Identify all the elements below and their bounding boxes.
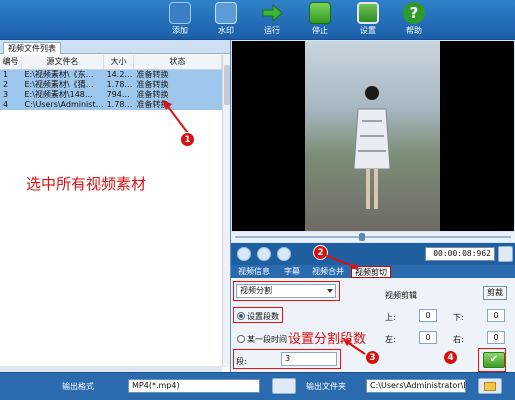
bottom-input[interactable]: 0 bbox=[487, 309, 505, 322]
col-number[interactable]: 编号 bbox=[0, 55, 22, 70]
radio-time-range[interactable]: 某一段时间 bbox=[237, 334, 287, 345]
row-filename: E:\视频素材\《猜… bbox=[21, 79, 104, 90]
stop-label: 停止 bbox=[312, 26, 328, 35]
left-input[interactable]: 0 bbox=[419, 331, 437, 344]
scroll-thumb[interactable] bbox=[224, 65, 230, 105]
tab-subtitle[interactable]: 字幕 bbox=[281, 266, 303, 278]
monitor-icon bbox=[357, 2, 379, 24]
help-label: 帮助 bbox=[406, 26, 422, 35]
row-size: 794… bbox=[103, 89, 134, 100]
bottom-bar: 输出格式 MP4(*.mp4) 输出文件夹 C:\Users\Administr… bbox=[0, 372, 515, 400]
snapshot-button[interactable] bbox=[498, 246, 513, 262]
row-number: 4 bbox=[0, 99, 22, 110]
table-row[interactable]: 1 E:\视频素材\《东… 14.2… 准备转换 bbox=[0, 69, 222, 80]
video-preview[interactable] bbox=[232, 41, 514, 231]
output-format-label: 输出格式 bbox=[62, 382, 94, 391]
col-size[interactable]: 大小 bbox=[103, 55, 135, 70]
add-film-icon bbox=[169, 2, 191, 24]
tab-video-info[interactable]: 视频信息 bbox=[235, 266, 273, 278]
seek-bar[interactable] bbox=[231, 232, 515, 242]
row-number: 3 bbox=[0, 89, 22, 100]
help-button[interactable]: ? 帮助 bbox=[396, 2, 432, 38]
pause-button[interactable] bbox=[257, 247, 271, 261]
watermark-label: 水印 bbox=[218, 26, 234, 35]
watermark-icon bbox=[215, 2, 237, 24]
output-folder-label: 输出文件夹 bbox=[306, 382, 346, 391]
seek-track bbox=[235, 236, 511, 238]
row-filename: E:\视频素材\148… bbox=[21, 89, 104, 100]
annotation-arrow-2 bbox=[324, 254, 359, 269]
arrow-right-icon bbox=[261, 2, 283, 24]
annotation-select-all: 选中所有视频素材 bbox=[26, 175, 147, 193]
run-label: 运行 bbox=[264, 26, 280, 35]
row-number: 2 bbox=[0, 79, 22, 90]
settings-label: 设置 bbox=[360, 26, 376, 35]
video-frame bbox=[305, 41, 440, 231]
settings-button[interactable]: 设置 bbox=[350, 2, 386, 38]
file-list-panel: 视频文件列表 编号 源文件名 大小 状态 1 E:\视频素材\《东… 14.2…… bbox=[0, 40, 231, 372]
seek-knob[interactable] bbox=[359, 233, 365, 241]
col-filename[interactable]: 源文件名 bbox=[21, 55, 105, 70]
left-label: 左: bbox=[385, 335, 396, 344]
table-row[interactable]: 2 E:\视频素材\《猜… 1.78… 准备转换 bbox=[0, 79, 222, 90]
output-format-select[interactable]: MP4(*.mp4) bbox=[128, 379, 260, 393]
annotation-set-segments: 设置分割段数 bbox=[288, 332, 367, 347]
row-filename: C:\Users\Administ… bbox=[21, 99, 104, 110]
row-size: 1.78… bbox=[103, 99, 134, 110]
bottom-label: 下: bbox=[453, 313, 464, 322]
run-button[interactable]: 运行 bbox=[254, 2, 290, 38]
file-list-vscroll[interactable] bbox=[222, 55, 230, 367]
format-settings-button[interactable] bbox=[272, 378, 296, 394]
stop-button[interactable]: 停止 bbox=[302, 2, 338, 38]
annotation-badge-1: 1 bbox=[180, 132, 195, 147]
radio-time-range-label: 某一段时间 bbox=[247, 335, 287, 344]
crop-title: 视频剪辑 bbox=[385, 291, 417, 300]
row-status: 准备转换 bbox=[133, 69, 222, 80]
question-icon: ? bbox=[403, 2, 425, 24]
highlight-mode bbox=[233, 281, 340, 301]
folder-icon bbox=[484, 382, 496, 391]
folder-browse-button[interactable] bbox=[478, 378, 502, 394]
add-label: 添加 bbox=[172, 26, 188, 35]
annotation-badge-4: 4 bbox=[443, 350, 458, 365]
top-input[interactable]: 0 bbox=[419, 309, 437, 322]
radio-dot bbox=[237, 335, 245, 343]
highlight-confirm bbox=[478, 348, 506, 372]
person-figure bbox=[353, 86, 391, 209]
row-size: 14.2… bbox=[103, 69, 134, 80]
play-button[interactable] bbox=[237, 247, 251, 261]
stop-icon bbox=[309, 2, 331, 24]
preview-panel: 00:00:08:962 视频信息 字幕 视频合并 视频剪切 2 视频分割 设置… bbox=[231, 40, 515, 372]
add-button[interactable]: 添加 bbox=[162, 2, 198, 38]
clip-tabs: 视频信息 字幕 视频合并 视频剪切 bbox=[231, 265, 515, 278]
highlight-segments bbox=[233, 349, 341, 369]
table-header: 编号 源文件名 大小 状态 bbox=[0, 55, 222, 70]
toolbar: 添加 水印 运行 停止 设置 ? 帮助 bbox=[0, 0, 515, 40]
row-number: 1 bbox=[0, 69, 22, 80]
watermark-button[interactable]: 水印 bbox=[208, 2, 244, 38]
col-status[interactable]: 状态 bbox=[133, 55, 222, 70]
tab-file-list[interactable]: 视频文件列表 bbox=[3, 42, 61, 54]
crop-button[interactable]: 剪裁 bbox=[483, 286, 507, 300]
file-list-tabbar: 视频文件列表 bbox=[0, 40, 230, 54]
right-input[interactable]: 0 bbox=[487, 331, 505, 344]
player-controls: 00:00:08:962 bbox=[231, 243, 515, 265]
time-display: 00:00:08:962 bbox=[425, 247, 495, 261]
stop-playback-button[interactable] bbox=[277, 247, 291, 261]
row-filename: E:\视频素材\《东… bbox=[21, 69, 104, 80]
right-label: 右: bbox=[453, 335, 464, 344]
output-folder-input[interactable]: C:\Users\Administrator\De bbox=[366, 379, 466, 393]
highlight-radio bbox=[233, 307, 283, 323]
row-status: 准备转换 bbox=[133, 79, 222, 90]
row-size: 1.78… bbox=[103, 79, 134, 90]
top-label: 上: bbox=[385, 313, 396, 322]
